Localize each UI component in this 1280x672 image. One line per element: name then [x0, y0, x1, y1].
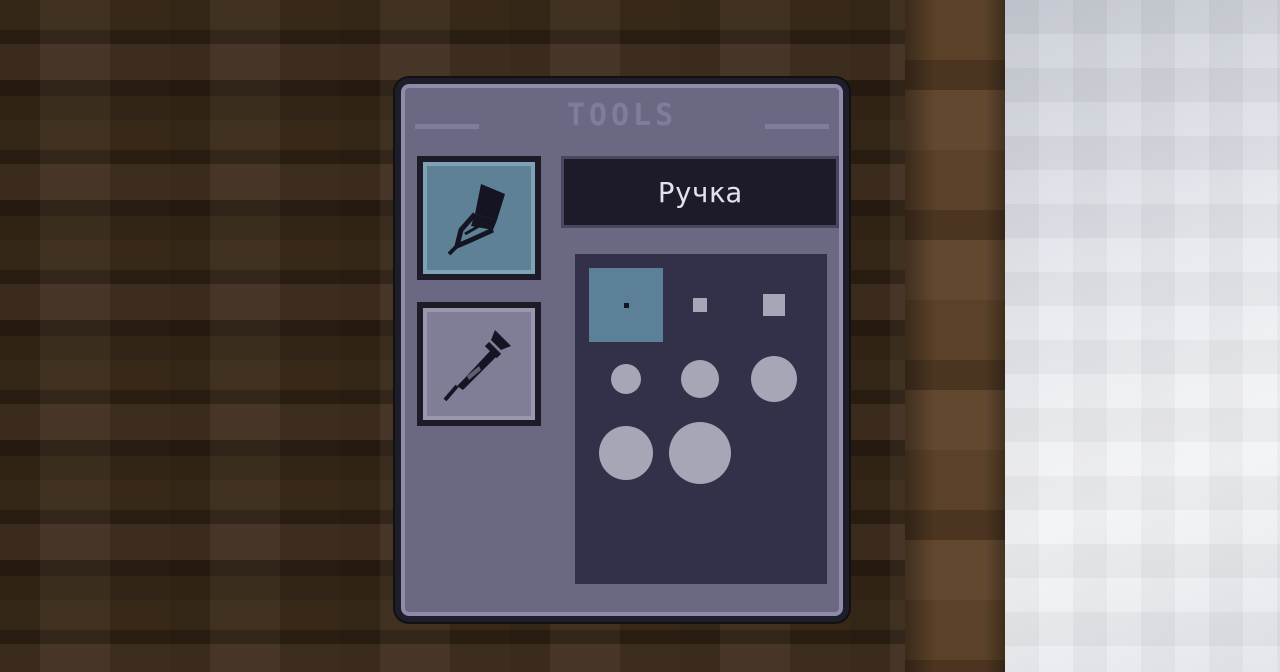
- brush-size-8[interactable]: [663, 416, 737, 490]
- tool-name-label: Ручка: [657, 175, 743, 209]
- tools-panel: TOOLS Ручка: [395, 78, 849, 622]
- brush-dot-7: [599, 426, 653, 480]
- pen-icon: [447, 184, 505, 256]
- brush-size-7[interactable]: [589, 416, 663, 490]
- brush-dot-8: [669, 422, 731, 484]
- brush-size-2[interactable]: [663, 268, 737, 342]
- pipette-icon: [443, 330, 511, 402]
- sky-background: [1005, 0, 1280, 672]
- brush-dot-5: [681, 360, 719, 398]
- brush-size-4[interactable]: [589, 342, 663, 416]
- brush-dot-4: [611, 364, 641, 394]
- brush-dot-6: [751, 356, 797, 402]
- brush-size-panel: [575, 254, 827, 584]
- brush-dot-3: [763, 294, 785, 316]
- title-decor-right: [765, 124, 829, 129]
- pipette-tool-button[interactable]: [417, 302, 541, 426]
- pen-tool-button[interactable]: [417, 156, 541, 280]
- wooden-beam: [905, 0, 1005, 672]
- brush-dot-1: [623, 302, 629, 308]
- brush-size-3[interactable]: [737, 268, 811, 342]
- tool-name-display: Ручка: [561, 156, 839, 228]
- brush-dot-2: [693, 298, 707, 312]
- brush-size-5[interactable]: [663, 342, 737, 416]
- brush-size-6[interactable]: [737, 342, 811, 416]
- brush-size-1[interactable]: [589, 268, 663, 342]
